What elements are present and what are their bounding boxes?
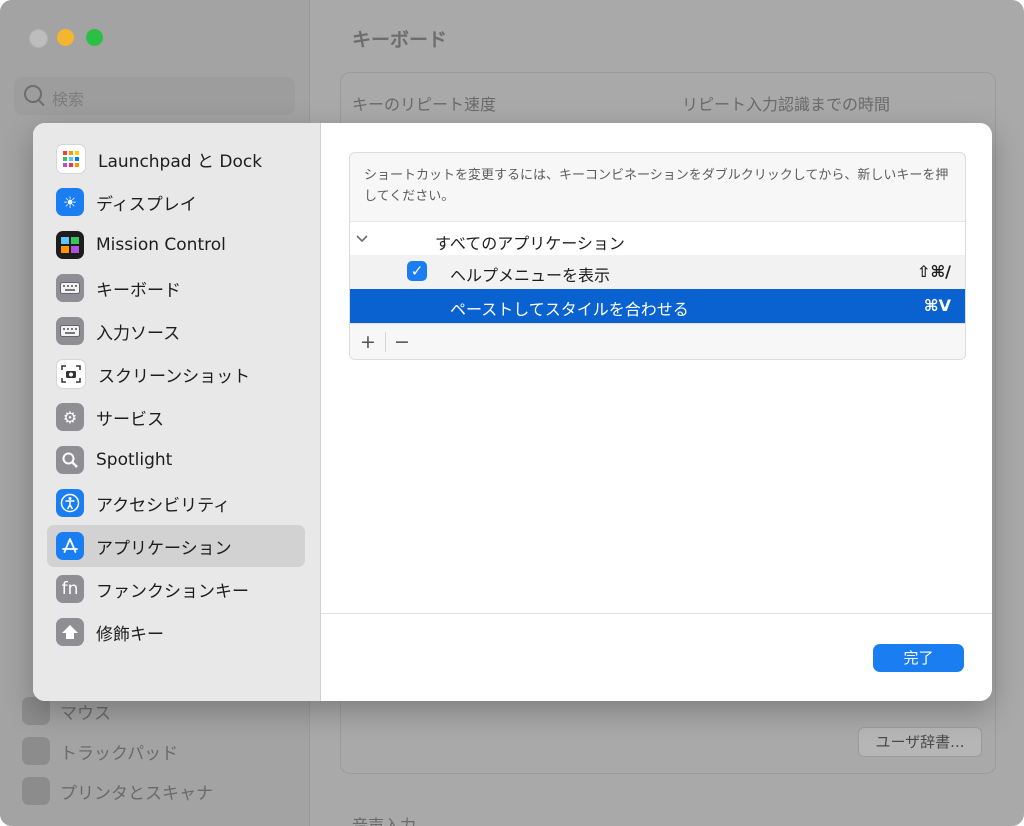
launchpad-icon (56, 144, 86, 174)
shortcut-label: ペーストしてスタイルを合わせる (450, 300, 689, 319)
group-label: すべてのアプリケーション (435, 234, 625, 253)
footer-divider (321, 613, 992, 614)
sidebar-item-label: スクリーンショット (98, 366, 251, 387)
key-repeat-label: キーのリピート速度 (352, 95, 497, 114)
screenshot-icon (56, 359, 86, 389)
shortcut-row-paste-and-match-style[interactable]: ペーストしてスタイルを合わせる ⌘V (350, 289, 965, 323)
keyboard-icon (56, 274, 84, 302)
modifier-key-icon (56, 618, 84, 646)
instruction-text: ショートカットを変更するには、キーコンビネーションをダブルクリックしてから、新し… (364, 168, 949, 204)
sidebar-item-spotlight[interactable]: Spotlight (47, 439, 305, 481)
background-search-field[interactable]: 検索 (14, 77, 295, 115)
sidebar-item-label: 入力ソース (96, 323, 181, 344)
remove-shortcut-button[interactable]: − (388, 330, 416, 354)
sidebar-item-launchpad-dock[interactable]: Launchpad と Dock (47, 138, 305, 180)
printer-icon (22, 777, 50, 805)
sidebar-item-label: サービス (96, 409, 164, 430)
toolbar-divider (385, 332, 386, 352)
sidebar-item-label: ファンクションキー (96, 581, 249, 602)
trackpad-icon (22, 737, 50, 765)
sidebar-item-accessibility[interactable]: アクセシビリティ (47, 482, 305, 524)
sidebar-item-label: アプリケーション (96, 538, 232, 559)
sidebar-item-label: 修飾キー (96, 624, 164, 645)
add-shortcut-button[interactable]: + (354, 330, 382, 354)
sidebar-item-label: Mission Control (96, 235, 226, 255)
background-sidebar-item-printers[interactable]: プリンタとスキャナ (22, 776, 213, 806)
app-store-icon (56, 532, 84, 560)
sidebar-item-label: キーボード (96, 280, 181, 301)
sidebar-item-label: ディスプレイ (96, 194, 197, 215)
display-icon: ☀ (56, 188, 84, 216)
sidebar-item-label: Spotlight (96, 450, 173, 470)
close-window-button[interactable] (29, 29, 48, 48)
table-toolbar: + − (350, 323, 965, 359)
keyboard-shortcuts-sheet: Launchpad と Dock ☀ ディスプレイ Mission Contro… (33, 123, 992, 701)
shortcuts-content: ショートカットを変更するには、キーコンビネーションをダブルクリックしてから、新し… (321, 123, 992, 701)
sidebar-item-display[interactable]: ☀ ディスプレイ (47, 181, 305, 223)
settings-window: 検索 マウス トラックパッド プリンタとスキャナ キーボード キーのリピート速度… (0, 0, 1024, 826)
sidebar-item-label: マウス (60, 703, 111, 724)
input-source-icon (56, 317, 84, 345)
group-row-all-applications[interactable]: すべてのアプリケーション (350, 221, 965, 256)
sidebar-item-function-keys[interactable]: fn ファンクションキー (47, 568, 305, 610)
mission-control-icon (56, 231, 84, 259)
sidebar-item-screenshots[interactable]: スクリーンショット (47, 353, 305, 395)
sidebar-item-services[interactable]: ⚙ サービス (47, 396, 305, 438)
chevron-down-icon[interactable] (356, 229, 368, 247)
shortcut-row-show-help-menu[interactable]: ✓ ヘルプメニューを表示 ⇧⌘/ (350, 255, 965, 289)
mouse-icon (22, 697, 50, 725)
search-placeholder: 検索 (52, 90, 85, 109)
minimize-window-button[interactable] (57, 29, 74, 46)
magnifier-icon (56, 446, 84, 474)
background-sidebar-item-trackpad[interactable]: トラックパッド (22, 736, 178, 766)
shortcut-keys[interactable]: ⇧⌘/ (917, 262, 951, 281)
sidebar-item-label: アクセシビリティ (96, 495, 231, 516)
done-button[interactable]: 完了 (873, 644, 964, 672)
accessibility-icon (56, 489, 84, 517)
sidebar-item-app-shortcuts[interactable]: アプリケーション (47, 525, 305, 567)
sidebar-item-keyboard[interactable]: キーボード (47, 267, 305, 309)
sidebar-item-mission-control[interactable]: Mission Control (47, 224, 305, 266)
sidebar-item-modifier-keys[interactable]: 修飾キー (47, 611, 305, 653)
user-dictionary-button[interactable]: ユーザ辞書... (858, 727, 982, 757)
gears-icon: ⚙ (56, 403, 84, 431)
maximize-window-button[interactable] (86, 29, 103, 46)
enable-checkbox[interactable]: ✓ (407, 261, 427, 281)
sidebar-item-label: Launchpad と Dock (98, 151, 263, 172)
sidebar-item-label: プリンタとスキャナ (60, 783, 213, 804)
shortcuts-table: ショートカットを変更するには、キーコンビネーションをダブルクリックしてから、新し… (349, 152, 966, 360)
search-icon (24, 85, 42, 103)
background-page-title: キーボード (352, 29, 448, 51)
shortcuts-sidebar: Launchpad と Dock ☀ ディスプレイ Mission Contro… (33, 123, 321, 701)
shortcut-keys[interactable]: ⌘V (924, 296, 951, 315)
dictation-section-label: 音声入力 (352, 816, 417, 826)
fn-key-icon: fn (56, 575, 84, 603)
sidebar-item-label: トラックパッド (60, 743, 179, 764)
repeat-delay-label: リピート入力認識までの時間 (682, 95, 891, 114)
sidebar-item-input-sources[interactable]: 入力ソース (47, 310, 305, 352)
shortcut-label: ヘルプメニューを表示 (450, 266, 611, 285)
